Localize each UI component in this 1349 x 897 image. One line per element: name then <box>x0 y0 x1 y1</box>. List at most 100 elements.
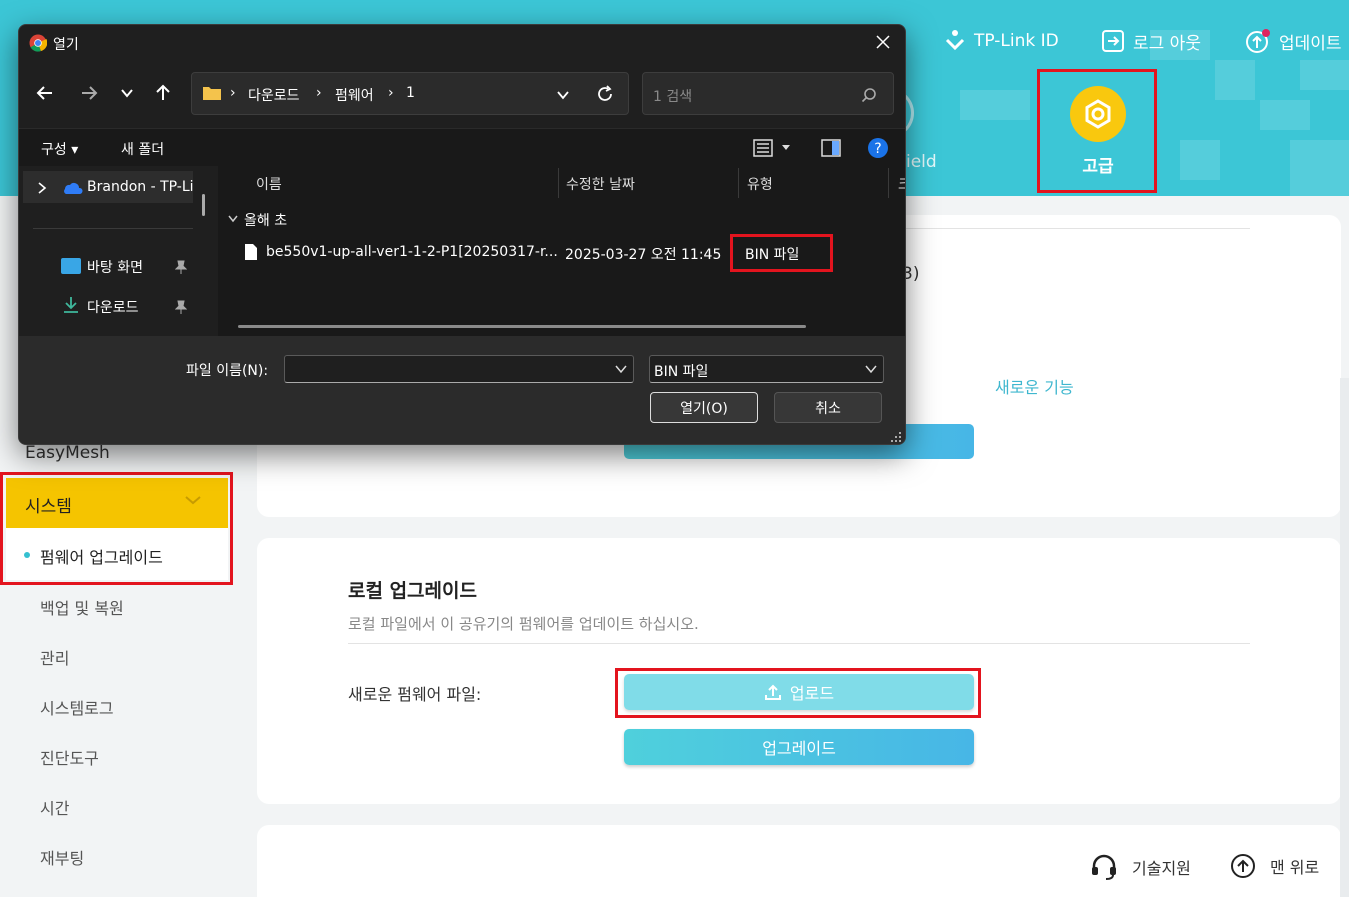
folder-icon <box>203 87 221 100</box>
search-input[interactable]: 1 검색 <box>642 72 894 115</box>
chevron-down-icon[interactable] <box>228 215 238 223</box>
dialog-titlebar[interactable]: 열기 <box>19 25 905 59</box>
forward-button[interactable] <box>71 75 107 111</box>
sidebar-highlight <box>0 472 233 585</box>
breadcrumb-sep-icon: › <box>316 85 322 101</box>
back-to-top-link[interactable]: 맨 위로 <box>1230 853 1319 879</box>
open-button[interactable]: 열기(O) <box>650 392 758 423</box>
filename-input[interactable] <box>284 355 634 383</box>
file-name: be550v1-up-all-ver1-1-2-P1[20250317-r... <box>266 244 558 260</box>
file-type-filter-value: BIN 파일 <box>654 364 709 380</box>
arrow-left-icon <box>36 86 52 100</box>
support-link[interactable]: 기술지원 <box>1090 853 1191 881</box>
column-type[interactable]: 유형 <box>747 174 773 194</box>
column-modified[interactable]: 수정한 날짜 <box>566 174 635 194</box>
section-divider <box>348 643 1250 644</box>
sidebar-item-time[interactable]: 시간 <box>40 795 69 819</box>
file-type-filter[interactable]: BIN 파일 <box>649 355 884 383</box>
chevron-down-icon[interactable] <box>615 364 627 374</box>
arrow-up-circle-icon <box>1231 854 1255 878</box>
headset-icon <box>1092 854 1116 880</box>
sidebar-item-admin[interactable]: 관리 <box>40 645 69 669</box>
chevron-right-icon[interactable] <box>37 182 47 194</box>
back-to-top-label: 맨 위로 <box>1270 858 1320 877</box>
update-icon <box>1246 29 1270 53</box>
cancel-button[interactable]: 취소 <box>774 392 882 423</box>
tplink-id-label: TP-Link ID <box>974 31 1059 51</box>
preview-pane-icon[interactable] <box>821 138 841 158</box>
new-folder-button[interactable]: 새 폴더 <box>121 139 164 159</box>
support-label: 기술지원 <box>1132 859 1191 878</box>
nav-scrollbar[interactable] <box>201 166 213 336</box>
column-separator[interactable] <box>558 168 559 198</box>
tplink-id-link[interactable]: TP-Link ID <box>944 28 1059 54</box>
sidebar-item-diagnostics[interactable]: 진단도구 <box>40 745 99 769</box>
page-scrollbar[interactable] <box>1340 378 1349 897</box>
back-button[interactable] <box>27 75 63 111</box>
file-icon <box>245 244 257 260</box>
local-upgrade-title: 로컬 업그레이드 <box>348 580 477 602</box>
tab-partial-label[interactable]: ield <box>906 152 937 172</box>
new-feature-link[interactable]: 새로운 기능 <box>995 374 1074 398</box>
column-separator[interactable] <box>738 168 739 198</box>
navigation-pane: Brandon - TP-Li 바탕 화면 다운로드 <box>19 166 215 336</box>
svg-text:?: ? <box>874 141 881 157</box>
breadcrumb-sep-icon: › <box>388 85 394 101</box>
address-bar[interactable]: › 다운로드 › 펌웨어 › 1 <box>191 72 629 115</box>
breadcrumb-downloads[interactable]: 다운로드 <box>248 85 300 105</box>
arrow-up-icon <box>156 84 170 100</box>
dialog-footer: 파일 이름(N): BIN 파일 열기(O) 취소 <box>19 336 905 444</box>
horizontal-scrollbar[interactable] <box>238 325 806 328</box>
up-button[interactable] <box>145 75 181 111</box>
chevron-down-icon <box>865 365 877 374</box>
file-type-highlight <box>730 234 833 272</box>
logout-link[interactable]: 로그 아웃 <box>1101 28 1201 54</box>
download-icon <box>64 297 78 313</box>
nav-item-downloads[interactable]: 다운로드 <box>87 297 139 317</box>
nav-divider <box>33 228 193 229</box>
desktop-icon <box>61 258 81 274</box>
filename-label: 파일 이름(N): <box>186 363 269 379</box>
onedrive-icon <box>64 183 83 194</box>
view-options-icon[interactable] <box>781 144 791 152</box>
nav-item-desktop[interactable]: 바탕 화면 <box>87 257 143 277</box>
help-icon[interactable]: ? <box>867 137 889 159</box>
view-details-icon[interactable] <box>753 139 773 157</box>
dialog-title: 열기 <box>53 37 79 53</box>
firmware-file-label: 새로운 펌웨어 파일: <box>348 685 482 704</box>
column-separator[interactable] <box>888 168 889 198</box>
card-divider <box>906 228 1250 229</box>
organize-label: 구성 <box>41 142 67 158</box>
update-label: 업데이트 <box>1279 33 1342 54</box>
sidebar-item-easymesh[interactable]: EasyMesh <box>25 443 110 463</box>
search-placeholder: 1 검색 <box>653 89 693 105</box>
column-name[interactable]: 이름 <box>256 174 282 194</box>
pin-icon[interactable] <box>175 260 187 274</box>
logout-label: 로그 아웃 <box>1133 33 1201 54</box>
file-modified: 2025-03-27 오전 11:45 <box>565 247 722 263</box>
breadcrumb-firmware[interactable]: 펌웨어 <box>335 85 374 105</box>
group-header[interactable]: 올해 초 <box>244 210 287 230</box>
upgrade-button-label: 업그레이드 <box>762 739 836 758</box>
breadcrumb-folder-1[interactable]: 1 <box>406 85 415 101</box>
chevron-down-icon[interactable] <box>556 88 570 102</box>
sidebar-item-reboot[interactable]: 재부팅 <box>40 845 84 869</box>
column-size[interactable]: 크 <box>898 174 905 194</box>
sidebar-item-syslog[interactable]: 시스템로그 <box>40 695 114 719</box>
tplink-id-icon <box>945 30 965 51</box>
chevron-down-icon <box>121 89 133 98</box>
refresh-icon[interactable] <box>596 85 614 103</box>
close-icon[interactable] <box>875 34 891 50</box>
update-link[interactable]: 업데이트 <box>1245 28 1342 54</box>
organize-button[interactable]: 구성 ▾ <box>41 139 78 159</box>
upgrade-button[interactable]: 업그레이드 <box>624 729 974 765</box>
dialog-toolbar: 구성 ▾ 새 폴더 ? <box>19 128 905 166</box>
upload-highlight <box>615 668 981 718</box>
nav-item-onedrive[interactable]: Brandon - TP-Li <box>23 171 194 203</box>
arrow-right-icon <box>82 86 98 100</box>
sidebar-item-backup[interactable]: 백업 및 복원 <box>40 595 124 619</box>
pin-icon[interactable] <box>175 300 187 314</box>
recent-locations-button[interactable] <box>109 75 145 111</box>
resize-grip-icon[interactable] <box>891 432 901 442</box>
file-list: 이름 수정한 날짜 유형 크 올해 초 be550v1-up-all-ver1-… <box>218 166 905 336</box>
